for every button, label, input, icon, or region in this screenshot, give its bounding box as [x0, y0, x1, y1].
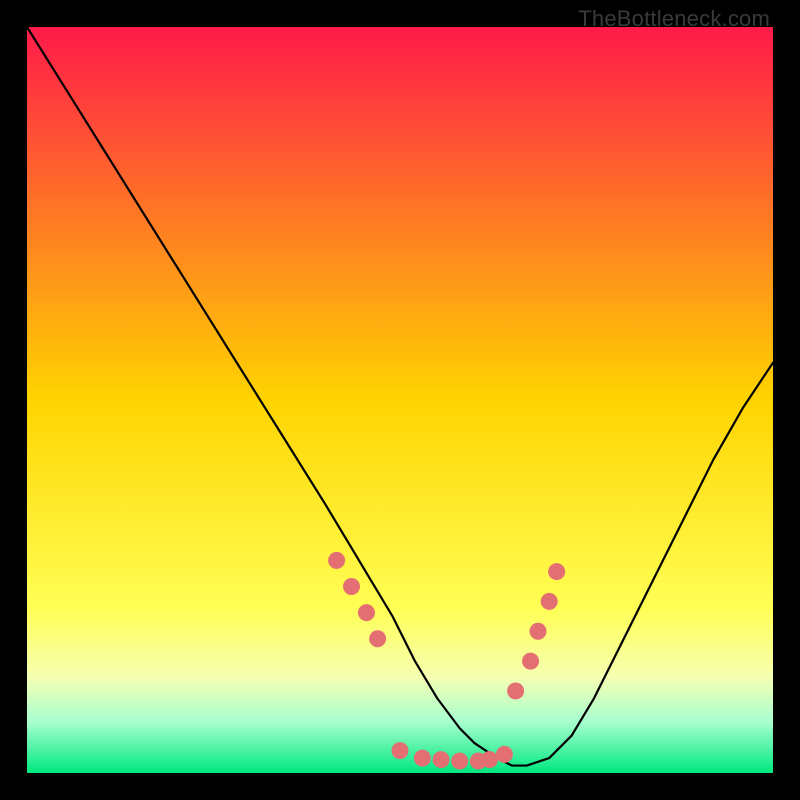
marker-dot	[414, 750, 431, 767]
gradient-background	[27, 27, 773, 773]
marker-dot	[369, 630, 386, 647]
marker-dot	[541, 593, 558, 610]
chart-frame: TheBottleneck.com	[0, 0, 800, 800]
marker-dot	[522, 653, 539, 670]
marker-dot	[481, 751, 498, 768]
marker-dot	[530, 623, 547, 640]
marker-dot	[496, 746, 513, 763]
marker-dot	[392, 742, 409, 759]
marker-dot	[328, 552, 345, 569]
marker-dot	[343, 578, 360, 595]
marker-dot	[358, 604, 375, 621]
marker-dot	[451, 753, 468, 770]
chart-svg	[27, 27, 773, 773]
plot-area	[27, 27, 773, 773]
marker-dot	[548, 563, 565, 580]
marker-dot	[433, 751, 450, 768]
marker-dot	[507, 682, 524, 699]
